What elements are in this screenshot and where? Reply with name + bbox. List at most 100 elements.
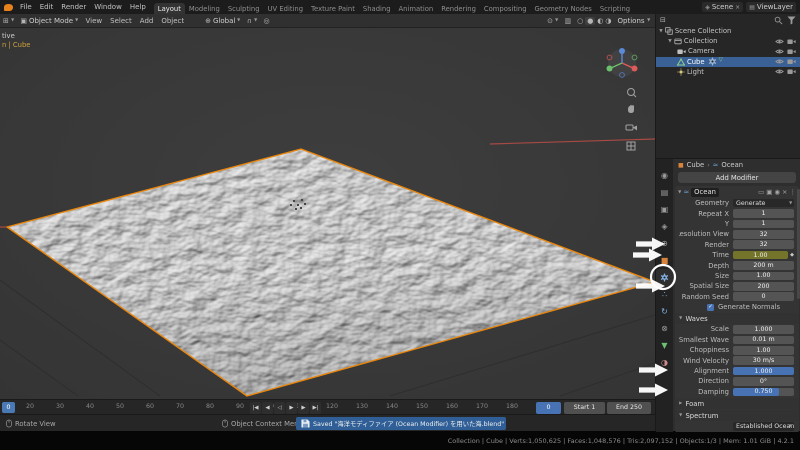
blender-logo-icon[interactable] — [4, 4, 13, 11]
shading-wireframe-icon[interactable]: ○ — [577, 17, 583, 25]
keyframe-diamond-icon[interactable]: ◆ — [790, 252, 794, 258]
overlays-toggle[interactable]: ⊙ ▼ — [544, 17, 561, 25]
render-toggle-icon[interactable]: ◉ — [774, 188, 780, 196]
random-seed-field[interactable]: 0 — [733, 292, 794, 301]
expand-caret-icon[interactable]: ▼ — [668, 39, 671, 44]
wind-velocity-field[interactable]: 30 m/s — [733, 356, 794, 365]
object-data-tab[interactable]: ▼ — [656, 337, 673, 354]
direction-field[interactable]: 0° — [733, 377, 794, 386]
modifier-panel-header[interactable]: ▼ ≈ Ocean ▭ ▣ ◉ × ⋮ — [675, 186, 799, 198]
expand-caret-icon[interactable]: ▼ — [659, 28, 662, 33]
workspace-tab-rendering[interactable]: Rendering — [437, 3, 480, 14]
timeline[interactable]: 0 20304050607080901001101201301401501601… — [0, 399, 655, 414]
scene-tab[interactable]: ◈ — [656, 218, 673, 235]
section-header-spectrum[interactable]: ▼Spectrum — [675, 410, 799, 421]
hide-eye-icon[interactable] — [775, 38, 784, 45]
choppiness-field[interactable]: 1.00 — [733, 346, 794, 355]
workspace-tab-animation[interactable]: Animation — [395, 3, 438, 14]
scale-field[interactable]: 1.000 — [733, 325, 794, 334]
established-ocean-sharp-peaks--dropdown[interactable]: Established Ocean (Sharp Peaks)▼ — [733, 422, 794, 431]
object-tab[interactable]: ■ — [656, 252, 673, 269]
y-field[interactable]: 1 — [733, 220, 794, 229]
section-header-waves[interactable]: ▼Waves — [675, 313, 799, 324]
scene-selector[interactable]: ◈ Scene × — [702, 2, 743, 12]
frame-start-field[interactable]: Start 1 — [564, 402, 605, 414]
xray-toggle[interactable]: ▥ — [561, 17, 574, 25]
material-tab[interactable]: ◑ — [656, 354, 673, 371]
depth-field[interactable]: 200 m — [733, 261, 794, 270]
disable-render-icon[interactable] — [787, 38, 796, 45]
menu-render[interactable]: Render — [57, 3, 90, 11]
current-frame-field[interactable]: 0 — [536, 402, 561, 414]
checkbox-checked[interactable]: ✓ — [707, 304, 714, 311]
viewport-menu-add[interactable]: Add — [136, 17, 158, 25]
frame-end-field[interactable]: End 250 — [607, 402, 651, 414]
menu-edit[interactable]: Edit — [36, 3, 58, 11]
workspace-tab-modeling[interactable]: Modeling — [185, 3, 224, 14]
edit-mode-toggle-icon[interactable]: ▭ — [758, 188, 764, 196]
shading-solid-icon[interactable]: ● — [585, 17, 595, 25]
hide-eye-icon[interactable] — [775, 68, 784, 75]
disable-render-icon[interactable] — [787, 48, 796, 55]
mode-selector[interactable]: ▣ Object Mode ▼ — [17, 17, 81, 25]
workspace-tab-layout[interactable]: Layout — [154, 3, 185, 14]
damping-slider[interactable]: 0.750 — [733, 388, 794, 397]
disable-render-icon[interactable] — [787, 58, 796, 65]
proportional-editing-toggle[interactable]: ◎ — [260, 17, 272, 25]
breadcrumb-object[interactable]: Cube — [687, 161, 705, 169]
menu-help[interactable]: Help — [126, 3, 150, 11]
render-tab[interactable]: ◉ — [656, 167, 673, 184]
outliner-row-cube[interactable]: Cube▽ — [656, 57, 800, 67]
jump-to-end-button[interactable]: ▶| — [310, 402, 321, 414]
alignment-slider[interactable]: 1.000 — [733, 367, 794, 376]
search-icon[interactable] — [774, 16, 783, 25]
next-keyframe-button[interactable]: ▶ — [298, 402, 309, 414]
outliner-row-light[interactable]: Light — [656, 67, 800, 77]
viewport-menu-object[interactable]: Object — [157, 17, 188, 25]
viewport-menu-select[interactable]: Select — [106, 17, 136, 25]
viewport-menu-view[interactable]: View — [82, 17, 107, 25]
filter-funnel-icon[interactable] — [787, 16, 796, 25]
view-layer-tab[interactable]: ▣ — [656, 201, 673, 218]
workspace-tab-scripting[interactable]: Scripting — [596, 3, 634, 14]
size-field[interactable]: 1.00 — [733, 272, 794, 281]
filter-funnel-icon[interactable] — [787, 16, 796, 25]
shading-material-preview-icon[interactable]: ◐ — [597, 17, 603, 25]
expand-caret-icon[interactable]: ▼ — [678, 190, 681, 195]
scene-unlink-icon[interactable]: × — [735, 4, 740, 11]
previous-keyframe-button[interactable]: ◀ — [262, 402, 273, 414]
menu-file[interactable]: File — [16, 3, 36, 11]
constraints-tab[interactable]: ⊗ — [656, 320, 673, 337]
outliner-editor-icon[interactable]: ⊟ — [660, 16, 666, 24]
workspace-tab-compositing[interactable]: Compositing — [480, 3, 531, 14]
outliner-row-scene-collection[interactable]: ▼Scene Collection — [656, 26, 800, 36]
viewport-3d[interactable]: tive n | Cube — [0, 28, 655, 399]
realtime-toggle-icon[interactable]: ▣ — [766, 188, 772, 196]
search-icon[interactable] — [774, 16, 783, 25]
spatial-size-field[interactable]: 200 — [733, 282, 794, 291]
breadcrumb-modifier[interactable]: Ocean — [721, 161, 743, 169]
playhead-marker[interactable]: 0 — [2, 402, 15, 413]
jump-to-start-button[interactable]: |◀ — [250, 402, 261, 414]
hide-eye-icon[interactable] — [775, 58, 784, 65]
workspace-tab-sculpting[interactable]: Sculpting — [224, 3, 264, 14]
outliner-row-collection[interactable]: ▼Collection — [656, 36, 800, 46]
workspace-tab-shading[interactable]: Shading — [359, 3, 395, 14]
workspace-tab-geometry-nodes[interactable]: Geometry Nodes — [531, 3, 596, 14]
modifier-name-field[interactable]: Ocean — [691, 188, 719, 197]
disable-render-icon[interactable] — [787, 68, 796, 75]
output-tab[interactable]: ▤ — [656, 184, 673, 201]
extras-menu-icon[interactable]: ⋮ — [790, 188, 797, 196]
workspace-tab-uv-editing[interactable]: UV Editing — [264, 3, 307, 14]
geometry-dropdown[interactable]: Generate▼ — [733, 199, 794, 208]
options-menu[interactable]: Options ▼ — [615, 17, 655, 25]
close-icon[interactable]: × — [782, 188, 787, 196]
time-field[interactable]: 1.00 — [733, 251, 788, 260]
menu-window[interactable]: Window — [90, 3, 126, 11]
resolution-view-field[interactable]: 32 — [733, 230, 794, 239]
viewlayer-selector[interactable]: ▤ ViewLayer — [746, 2, 796, 12]
snap-toggle[interactable]: ∩ ▼ — [244, 17, 261, 25]
play-reverse-button[interactable]: ◁ — [274, 402, 285, 414]
shading-rendered-icon[interactable]: ◑ — [605, 17, 611, 25]
hide-eye-icon[interactable] — [775, 48, 784, 55]
